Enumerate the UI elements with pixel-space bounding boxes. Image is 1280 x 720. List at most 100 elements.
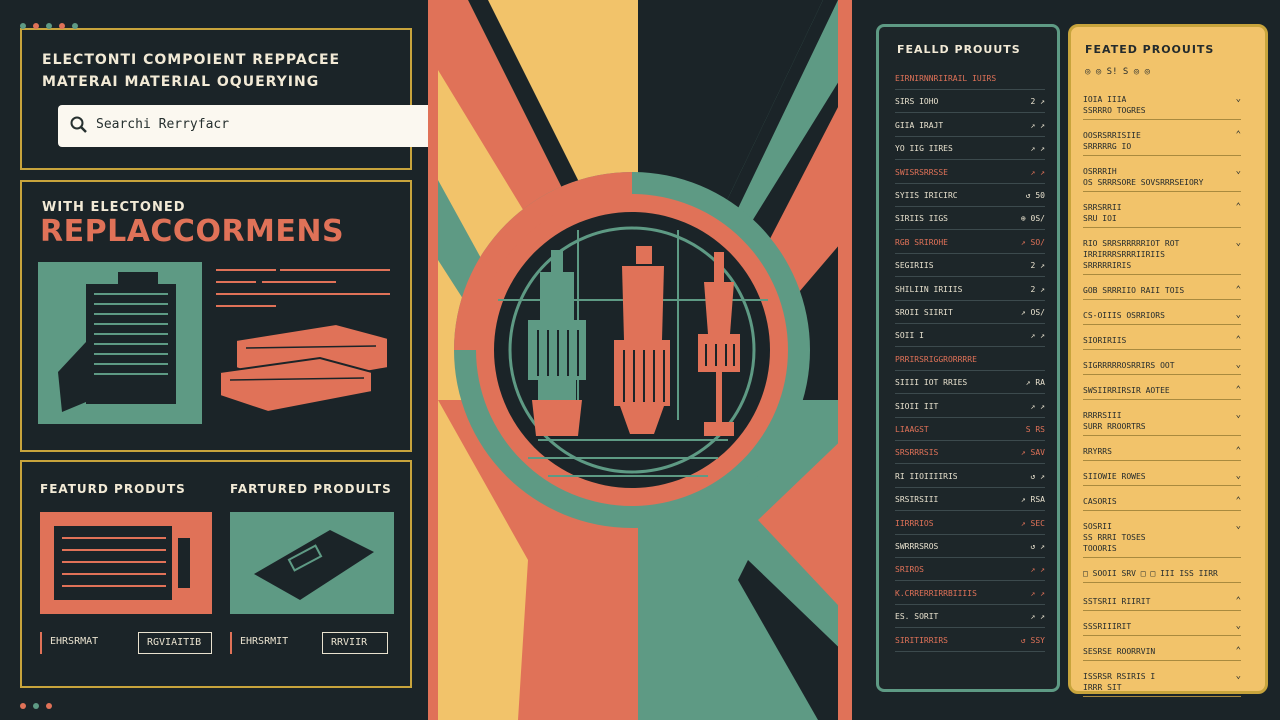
list2-row[interactable]: RRYRRS ⌃ xyxy=(1083,443,1241,461)
chevron-icon[interactable]: ⌄ xyxy=(1236,521,1241,532)
list1-row[interactable]: EIRNIRNNRIIRAIL IUIRS xyxy=(895,69,1045,90)
chevron-icon[interactable]: ⌃ xyxy=(1236,202,1241,213)
chevron-icon[interactable]: ⌃ xyxy=(1236,285,1241,296)
list2-row-label: SWSIIRRIRSIR AOTEE xyxy=(1083,386,1170,395)
list1-row-label: SWISRSRRSSE xyxy=(895,167,948,177)
list1-row-value: ↗ RSA xyxy=(1020,495,1045,505)
list1-row[interactable]: SIIII IOT RRIES ↗ RA xyxy=(895,373,1045,395)
list1-row-value: ↗ ↗ xyxy=(1030,401,1045,411)
chevron-icon[interactable]: ⌃ xyxy=(1236,496,1241,507)
list1-row[interactable]: SIRITIRRIRS ↺ SSY xyxy=(895,631,1045,652)
list1-row[interactable]: YO IIG IIRES ↗ ↗ xyxy=(895,139,1045,161)
search-placeholder: Searchi Rerryfacr xyxy=(96,117,230,132)
list1-row[interactable]: SHILIIN IRIIIS 2 ↗ xyxy=(895,280,1045,301)
list1-row-value: ↺ ↗ xyxy=(1030,542,1045,551)
chevron-icon[interactable]: ⌄ xyxy=(1236,166,1241,177)
list2-title: FEATED PROOUITS xyxy=(1085,43,1215,56)
list1-row[interactable]: RGB SRIROHE ↗ SO/ xyxy=(895,233,1045,254)
list1-row[interactable]: SIRS IOHO 2 ↗ xyxy=(895,92,1045,114)
list2-toolbar-row[interactable]: □ SOOII SRV □ □ III ISS IIRR xyxy=(1083,565,1241,583)
list1-row[interactable]: SIOII IIT ↗ ↗ xyxy=(895,397,1045,418)
chevron-icon[interactable]: ⌄ xyxy=(1236,94,1241,105)
list1-row[interactable]: GIIA IRAJT ↗ ↗ xyxy=(895,116,1045,137)
list2-row[interactable]: SSTSRII RIIRIT ⌃ xyxy=(1083,593,1241,611)
list1-row[interactable]: SRSIRSIII ↗ RSA xyxy=(895,490,1045,512)
list1-row-value: ↗ ↗ xyxy=(1030,167,1045,177)
list1-row-value: ↗ RA xyxy=(1025,378,1045,388)
list1-row[interactable]: SRIROS ↗ ↗ xyxy=(895,560,1045,582)
list1-row-label: PRRIRSRIGGRORRRRE xyxy=(895,354,977,364)
list1-row-label: SROII SIIRIT xyxy=(895,308,953,317)
product-image-2[interactable] xyxy=(230,512,394,614)
list1-row-label: SEGIRIIS xyxy=(895,261,934,271)
product1-secondary-button[interactable]: RGVIAITIB xyxy=(138,632,212,654)
list2-row[interactable]: SIGRRRRROSRRIRS OOT ⌄ xyxy=(1083,357,1241,375)
list2-row[interactable]: ISSRSR RSIRIS I IRRR SIT ⌄ xyxy=(1083,668,1241,697)
chevron-icon[interactable]: ⌃ xyxy=(1236,385,1241,396)
list1-row[interactable]: SEGIRIIS 2 ↗ xyxy=(895,256,1045,278)
list2-row[interactable]: GOB SRRRIIO RAII TOIS ⌃ xyxy=(1083,282,1241,300)
header-panel xyxy=(20,28,412,170)
list2-row-label: IOIA IIIA SSRRRO TOGRES xyxy=(1083,95,1146,115)
product2-primary-button[interactable]: EHRSRMIT xyxy=(230,632,316,654)
chevron-icon[interactable]: ⌃ xyxy=(1236,335,1241,346)
list2-row[interactable]: SRRSRRII SRU IOI ⌃ xyxy=(1083,199,1241,228)
list1-row-label: LIAAGST xyxy=(895,425,929,434)
list1-row-label: SRSIRSIII xyxy=(895,495,939,505)
list1-row[interactable]: K.CRRERRIRRBIIIIS ↗ ↗ xyxy=(895,584,1045,605)
list2-row[interactable]: SOSRII SS RRRI TOSES TOOORIS ⌄ xyxy=(1083,518,1241,558)
list2-row-label: CASORIS xyxy=(1083,497,1117,506)
list2-row[interactable]: SWSIIRRIRSIR AOTEE ⌃ xyxy=(1083,382,1241,400)
list1-row[interactable]: SRSRRRSIS ↗ SAV xyxy=(895,443,1045,465)
chevron-icon[interactable]: ⌄ xyxy=(1236,238,1241,249)
list1-row[interactable]: LIAAGST S RS xyxy=(895,420,1045,441)
list1-row[interactable]: SYIIS IRICIRC ↺ 50 xyxy=(895,186,1045,207)
featured-products-panel: FEATED PROOUITS ◎ ◎ S! S ◎ ◎ IOIA IIIA S… xyxy=(1068,24,1268,697)
list1-row-value: ↗ ↗ xyxy=(1030,144,1045,154)
chevron-icon[interactable]: ⌄ xyxy=(1236,310,1241,321)
chevron-icon[interactable]: ⌃ xyxy=(1236,130,1241,141)
promo-title: REPLACCORMENS xyxy=(40,214,345,249)
list1-row[interactable]: ES. SORIT ↗ ↗ xyxy=(895,607,1045,629)
list1-row-value: 2 ↗ xyxy=(1030,97,1045,107)
chevron-icon[interactable]: ⌄ xyxy=(1236,410,1241,421)
list2-row[interactable]: CASORIS ⌃ xyxy=(1083,493,1241,511)
list1-row-label: SRIROS xyxy=(895,565,924,575)
product2-secondary-button[interactable]: RRVIIR xyxy=(322,632,388,654)
list2-row[interactable]: OOSRSRRISIIE SRRRRRG IO ⌃ xyxy=(1083,127,1241,156)
list1-row[interactable]: SOII I ↗ ↗ xyxy=(895,326,1045,348)
product1-primary-button[interactable]: EHRSRMAT xyxy=(40,632,130,654)
list1-row-label: SIRIIS IIGS xyxy=(895,214,948,224)
chevron-icon[interactable]: ⌄ xyxy=(1236,360,1241,371)
list1-row-value: ↺ SSY xyxy=(1020,635,1045,645)
list1-row[interactable]: RI IIOIIIIRIS ↺ ↗ xyxy=(895,467,1045,488)
list1-row-label: ES. SORIT xyxy=(895,612,939,622)
decorative-dots xyxy=(20,694,59,713)
list2-row-label: SOSRII SS RRRI TOSES TOOORIS xyxy=(1083,522,1146,553)
chevron-icon[interactable]: ⌄ xyxy=(1236,671,1241,682)
list2-row[interactable]: SSSRIIIRIT ⌄ xyxy=(1083,618,1241,636)
list1-row[interactable]: SROII SIIRIT ↗ OS/ xyxy=(895,303,1045,324)
list2-row[interactable]: IOIA IIIA SSRRRO TOGRES ⌄ xyxy=(1083,91,1241,120)
list2-icon-row[interactable]: ◎ ◎ S! S ◎ ◎ xyxy=(1085,67,1150,77)
list1-row[interactable]: SWRRRSROS ↺ ↗ xyxy=(895,537,1045,558)
chevron-icon[interactable]: ⌃ xyxy=(1236,646,1241,657)
list2-row[interactable]: OSRRRIH OS SRRRSORE SOVSRRRSEIORY ⌄ xyxy=(1083,163,1241,192)
list1-row-value: ↗ ↗ xyxy=(1030,565,1045,575)
list2-row[interactable]: RIO SRRSRRRRRIOT ROT IRRIRRRSRRRIIRIIS S… xyxy=(1083,235,1241,275)
list2-row[interactable]: SIIOWIE ROWES ⌄ xyxy=(1083,468,1241,486)
list1-row[interactable]: SIRIIS IIGS ⊕ 0S/ xyxy=(895,209,1045,231)
chevron-icon[interactable]: ⌃ xyxy=(1236,446,1241,457)
list1-row-label: SOII I xyxy=(895,331,924,341)
chevron-icon[interactable]: ⌃ xyxy=(1236,596,1241,607)
product-image-1[interactable] xyxy=(40,512,212,614)
list2-row[interactable]: SESRSE ROORRVIN ⌃ xyxy=(1083,643,1241,661)
list2-row[interactable]: RRRRSIII SURR RROORTRS ⌄ xyxy=(1083,407,1241,436)
list1-row[interactable]: PRRIRSRIGGRORRRRE xyxy=(895,350,1045,371)
chevron-icon[interactable]: ⌄ xyxy=(1236,621,1241,632)
list2-row[interactable]: SIORIRIIS ⌃ xyxy=(1083,332,1241,350)
list1-row[interactable]: SWISRSRRSSE ↗ ↗ xyxy=(895,163,1045,184)
list1-row[interactable]: IIRRRIOS ↗ SEC xyxy=(895,514,1045,535)
chevron-icon[interactable]: ⌄ xyxy=(1236,471,1241,482)
list2-row[interactable]: CS-OIIIS OSRRIORS ⌄ xyxy=(1083,307,1241,325)
